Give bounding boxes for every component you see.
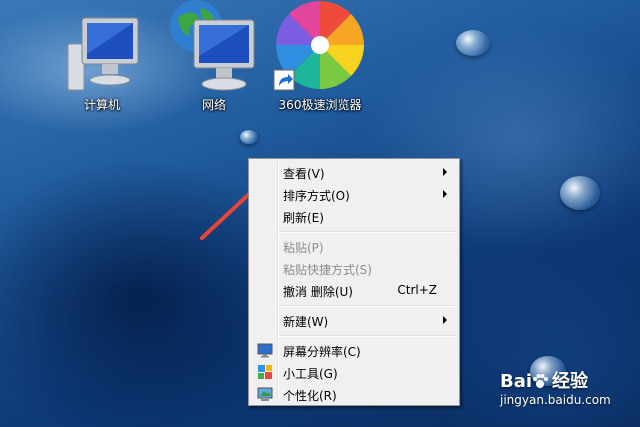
menu-item-label: 粘贴快捷方式(S) [283,263,372,277]
water-drop [240,130,258,144]
menu-item-view[interactable]: 查看(V) [251,161,457,183]
menu-item-label: 粘贴(P) [283,241,324,255]
network-icon [170,0,255,91]
menu-item-undo-delete[interactable]: 撤消 删除(U) Ctrl+Z [251,279,457,301]
watermark-brand: Bai [500,371,533,392]
menu-item-label: 刷新(E) [283,211,324,225]
personalize-icon [257,387,273,401]
water-drop [456,30,490,56]
menu-item-shortcut: Ctrl+Z [397,283,437,297]
menu-item-label: 撤消 删除(U) [283,285,353,299]
desktop-icon-computer[interactable]: 计算机 [62,14,142,114]
menu-item-label: 小工具(G) [283,367,338,381]
menu-item-new[interactable]: 新建(W) [251,309,457,331]
menu-item-refresh[interactable]: 刷新(E) [251,205,457,227]
submenu-arrow-icon [443,316,447,324]
display-icon [257,343,273,358]
menu-item-paste-shortcut[interactable]: 粘贴快捷方式(S) [251,257,457,279]
menu-separator [279,305,455,307]
watermark-url: jingyan.baidu.com [500,393,611,407]
menu-item-personalize[interactable]: 个性化(R) [251,383,457,405]
watermark-brand-suffix: 经验 [552,371,589,392]
baidu-jingyan-watermark: Bai 经验 jingyan.baidu.com [500,367,620,413]
menu-item-label: 查看(V) [283,167,325,181]
submenu-arrow-icon [443,168,447,176]
paw-icon [533,374,549,388]
menu-item-label: 个性化(R) [283,389,337,403]
menu-separator [279,231,455,233]
360-browser-icon [273,1,364,91]
menu-item-gadgets[interactable]: 小工具(G) [251,361,457,383]
menu-item-label: 排序方式(O) [283,189,350,203]
desktop-icon-label: 计算机 [83,98,121,112]
menu-item-paste[interactable]: 粘贴(P) [251,235,457,257]
menu-item-label: 屏幕分辨率(C) [283,345,361,359]
menu-item-sort-by[interactable]: 排序方式(O) [251,183,457,205]
context-menu: 查看(V) 排序方式(O) 刷新(E) 粘贴(P) 粘贴快捷方式(S) 撤消 删… [248,158,460,406]
desktop-background: 计算机 网络 360极速浏览器 查看(V) 排序方式(O) 刷新(E) 粘贴(P… [0,0,640,427]
menu-item-screen-resolution[interactable]: 屏幕分辨率(C) [251,339,457,361]
desktop-icon-network[interactable]: 网络 [166,0,262,114]
desktop-icon-label: 360极速浏览器 [278,98,362,112]
desktop-icon-360-browser[interactable]: 360极速浏览器 [272,0,368,114]
menu-item-label: 新建(W) [283,315,329,329]
gadgets-icon [258,365,272,379]
submenu-arrow-icon [443,190,447,198]
water-drop [560,176,600,210]
computer-icon [67,17,139,91]
desktop-icon-label: 网络 [201,98,227,112]
menu-separator [279,335,455,337]
